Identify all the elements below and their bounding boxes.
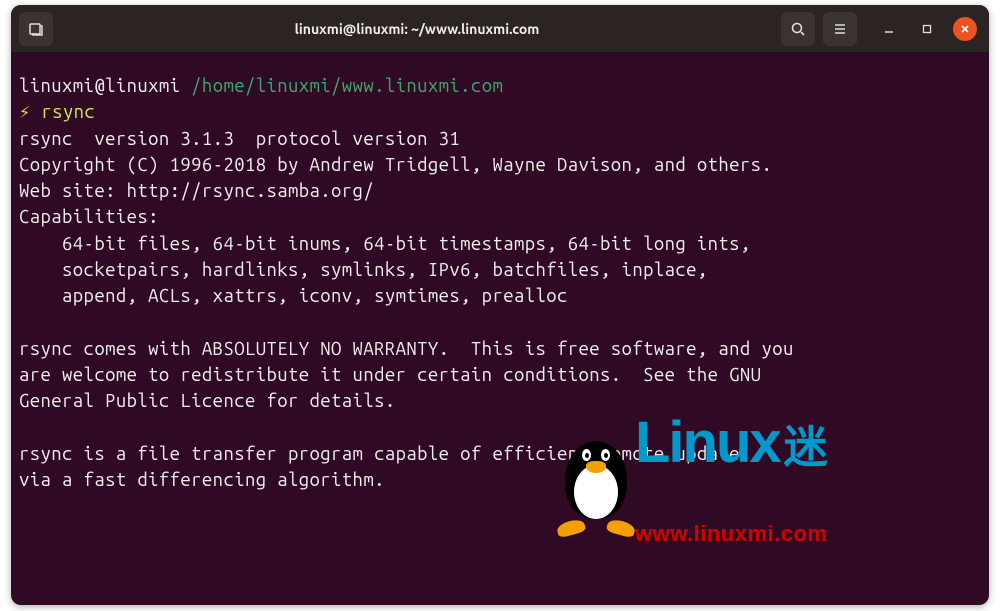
prompt-path: /home/linuxmi/www.linuxmi.com — [191, 76, 503, 96]
terminal-window: linuxmi@linuxmi: ~/www.linuxmi.com — [11, 5, 989, 605]
output-line: append, ACLs, xattrs, iconv, symtimes, p… — [19, 286, 568, 306]
window-title: linuxmi@linuxmi: ~/www.linuxmi.com — [61, 21, 773, 37]
minimize-button[interactable] — [877, 17, 901, 41]
command-text: rsync — [41, 102, 95, 122]
output-line: socketpairs, hardlinks, symlinks, IPv6, … — [19, 260, 708, 280]
titlebar: linuxmi@linuxmi: ~/www.linuxmi.com — [11, 5, 989, 53]
output-line: are welcome to redistribute it under cer… — [19, 365, 761, 385]
watermark-brand-suffix: 迷 — [784, 428, 826, 468]
output-line: 64-bit files, 64-bit inums, 64-bit times… — [19, 234, 751, 254]
output-line: Web site: http://rsync.samba.org/ — [19, 181, 374, 201]
output-line: Capabilities: — [19, 207, 159, 227]
output-line: rsync comes with ABSOLUTELY NO WARRANTY.… — [19, 339, 794, 359]
output-line: rsync version 3.1.3 protocol version 31 — [19, 129, 460, 149]
watermark: Linux迷 www.linuxmi.com — [551, 423, 981, 543]
menu-button[interactable] — [823, 12, 857, 46]
output-line: rsync is a file transfer program capable… — [19, 444, 740, 464]
output-line: via a fast differencing algorithm. — [19, 470, 385, 490]
output-line: General Public Licence for details. — [19, 391, 396, 411]
watermark-url: www.linuxmi.com — [635, 518, 828, 549]
close-button[interactable] — [953, 17, 977, 41]
prompt-user-host: linuxmi@linuxmi — [19, 76, 180, 96]
prompt-symbol: ⚡ — [19, 102, 31, 122]
new-tab-button[interactable] — [19, 12, 53, 46]
maximize-button[interactable] — [915, 17, 939, 41]
terminal-output[interactable]: linuxmi@linuxmi /home/linuxmi/www.linuxm… — [11, 53, 989, 605]
search-button[interactable] — [781, 12, 815, 46]
output-line: Copyright (C) 1996-2018 by Andrew Tridge… — [19, 155, 772, 175]
